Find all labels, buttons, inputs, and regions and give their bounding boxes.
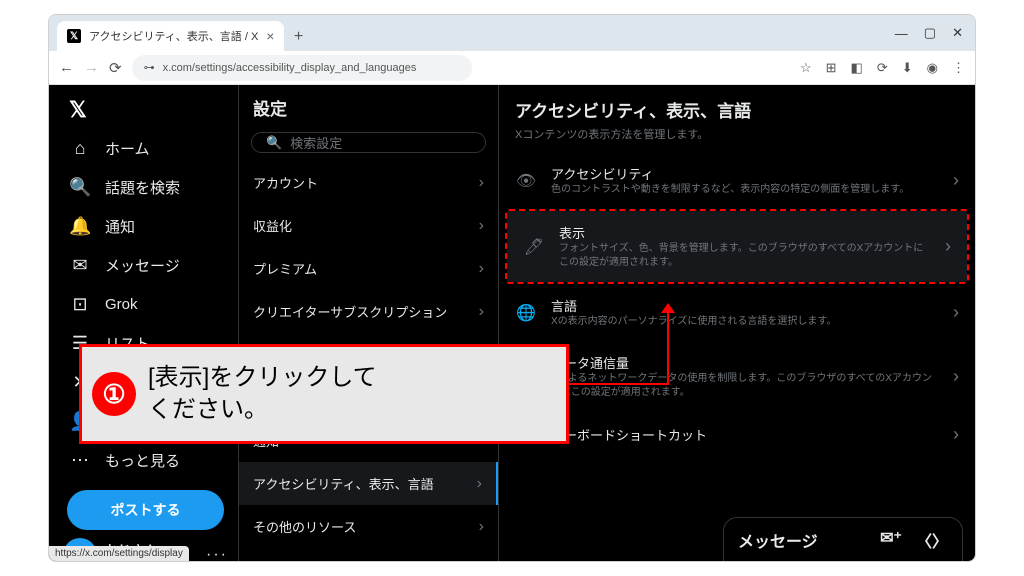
address-bar: ← → ⟳ ⊶ x.com/settings/accessibility_dis… [49,51,975,85]
highlight-display-item: 🖊 表示フォントサイズ、色、背景を管理します。このブラウザのすべてのXアカウント… [505,209,969,284]
more-icon: ⋯ [69,450,91,471]
nav-grok[interactable]: ⊡Grok [59,285,232,324]
external-icon: ↗ [471,560,484,561]
envelope-icon: ✉ [69,255,91,276]
search-settings-input[interactable]: 🔍 検索設定 [251,132,486,153]
nav-messages[interactable]: ✉メッセージ [59,246,232,285]
close-tab-icon[interactable]: × [266,28,274,44]
site-info-icon[interactable]: ⊶ [144,61,155,74]
x-logo[interactable]: 𝕏 [59,91,232,129]
globe-icon: 🌐 [515,303,537,323]
settings-other-resources[interactable]: その他のリソース› [239,505,498,548]
annotation-text: [表示]をクリックして ください。 [148,362,377,427]
chevron-right-icon: › [479,260,484,278]
chevron-right-icon: › [945,236,951,257]
chevron-right-icon: › [953,170,959,191]
annotation-arrow-connector [569,383,669,385]
expand-icon[interactable]: 〈〉 [916,528,948,552]
chevron-right-icon: › [953,366,959,387]
browser-tab[interactable]: 𝕏 アクセシビリティ、表示、言語 / X × [57,21,284,51]
detail-data-usage[interactable]: 📶 データ通信量Xによるネットワークデータの使用を制限します。このブラウザのすべ… [499,341,975,412]
star-icon[interactable]: ☆ [800,60,812,76]
bell-icon: 🔔 [69,216,91,237]
annotation-number: ① [92,372,136,416]
search-placeholder: 検索設定 [290,133,342,152]
left-sidebar: 𝕏 ⌂ホーム 🔍話題を検索 🔔通知 ✉メッセージ ⊡Grok ☰リスト ✕プレミ… [49,85,239,561]
nav-explore[interactable]: 🔍話題を検索 [59,168,232,207]
puzzle-icon[interactable]: ⊞ [826,60,837,76]
chevron-right-icon: › [953,302,959,323]
account-more-icon[interactable]: ··· [206,546,228,561]
detail-accessibility[interactable]: 👁 アクセシビリティ色のコントラストや動きを制限するなど、表示内容の特定の側面を… [499,152,975,209]
home-icon: ⌂ [69,138,91,159]
page-content: 𝕏 ⌂ホーム 🔍話題を検索 🔔通知 ✉メッセージ ⊡Grok ☰リスト ✕プレミ… [49,85,975,561]
search-icon: 🔍 [266,135,282,151]
chevron-right-icon: › [479,217,484,235]
nav-notifications[interactable]: 🔔通知 [59,207,232,246]
chevron-right-icon: › [953,424,959,445]
messages-dock[interactable]: メッセージ ✉⁺ 〈〉 [723,517,963,561]
settings-accessibility-display-lang[interactable]: アクセシビリティ、表示、言語› [239,462,498,505]
menu-icon[interactable]: ⋮ [952,60,965,76]
nav-more[interactable]: ⋯もっと見る [59,441,232,480]
detail-subtitle: Xコンテンツの表示方法を管理します。 [499,126,975,152]
url-field[interactable]: ⊶ x.com/settings/accessibility_display_a… [132,55,472,81]
x-favicon: 𝕏 [67,29,81,43]
detail-keyboard-shortcuts[interactable]: キーボードショートカット › [499,412,975,457]
settings-account[interactable]: アカウント› [239,161,498,204]
settings-premium[interactable]: プレミアム› [239,247,498,290]
settings-help-center[interactable]: ヘルプセンター↗ [239,548,498,561]
settings-detail: アクセシビリティ、表示、言語 Xコンテンツの表示方法を管理します。 👁 アクセシ… [499,85,975,561]
settings-monetization[interactable]: 収益化› [239,204,498,247]
messages-label: メッセージ [738,528,818,552]
detail-language[interactable]: 🌐 言語Xの表示内容のパーソナライズに使用される言語を選択します。 › [499,284,975,341]
settings-creator-sub[interactable]: クリエイターサブスクリプション› [239,290,498,333]
close-window-icon[interactable]: ✕ [952,25,963,41]
maximize-icon[interactable]: ▢ [924,25,936,41]
status-bar: https://x.com/settings/display [49,546,189,561]
annotation-overlay: ① [表示]をクリックして ください。 [79,344,569,444]
chevron-right-icon: › [479,518,484,536]
settings-title: 設定 [239,85,498,128]
post-button[interactable]: ポストする [67,490,224,530]
back-icon[interactable]: ← [59,59,74,76]
eye-off-icon: 👁 [515,171,537,191]
profile-icon[interactable]: ◉ [927,60,938,76]
reload-icon[interactable]: ⟳ [109,59,122,77]
new-tab-button[interactable]: + [284,23,312,51]
chevron-right-icon: › [477,475,482,493]
extensions-icon[interactable]: ⟳ [877,60,888,76]
forward-icon[interactable]: → [84,59,99,76]
translate-icon[interactable]: ◧ [851,60,863,76]
minimize-icon[interactable]: — [895,26,908,41]
tab-strip: 𝕏 アクセシビリティ、表示、言語 / X × + — ▢ ✕ [49,15,975,51]
grok-icon: ⊡ [69,294,91,315]
browser-window: 𝕏 アクセシビリティ、表示、言語 / X × + — ▢ ✕ ← → ⟳ ⊶ x… [48,14,976,562]
tab-title: アクセシビリティ、表示、言語 / X [89,28,258,44]
window-controls: — ▢ ✕ [895,15,975,51]
new-message-icon[interactable]: ✉⁺ [880,528,902,552]
pen-icon: 🖊 [523,237,545,257]
nav-home[interactable]: ⌂ホーム [59,129,232,168]
detail-title: アクセシビリティ、表示、言語 [499,91,975,126]
download-icon[interactable]: ⬇ [902,60,913,76]
chevron-right-icon: › [479,303,484,321]
annotation-arrow-line [667,309,669,385]
settings-list: 設定 🔍 検索設定 アカウント› 収益化› プレミアム› クリエイターサブスクリ… [239,85,499,561]
chevron-right-icon: › [479,174,484,192]
search-icon: 🔍 [69,177,91,198]
url-text: x.com/settings/accessibility_display_and… [163,62,417,74]
detail-display[interactable]: 🖊 表示フォントサイズ、色、背景を管理します。このブラウザのすべてのXアカウント… [507,211,967,282]
